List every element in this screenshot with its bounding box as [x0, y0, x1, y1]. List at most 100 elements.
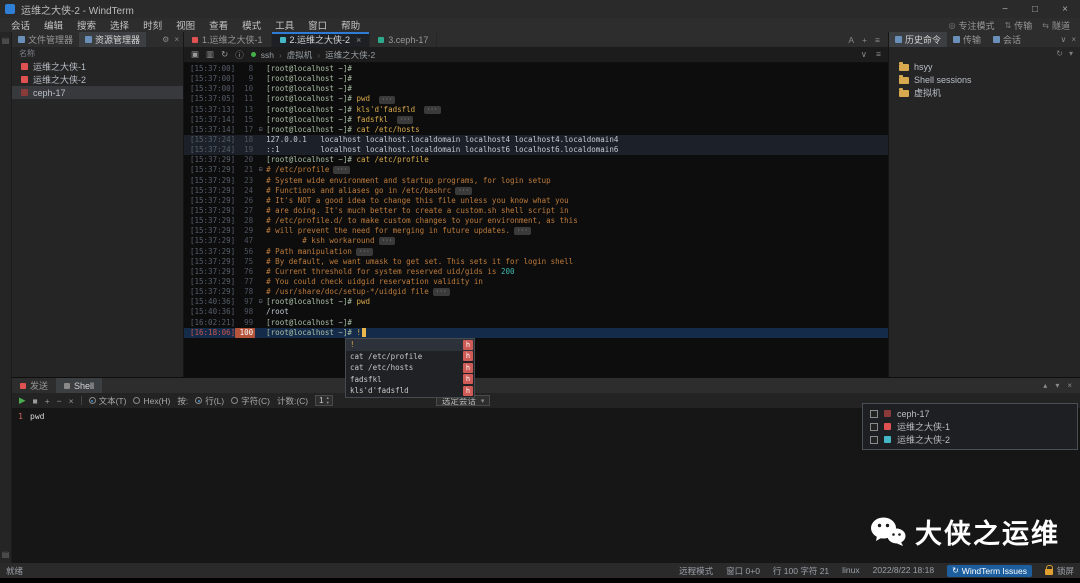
sidebar-toggle-icon[interactable]: ▤: [2, 36, 10, 45]
breadcrumb-segment[interactable]: 运维之大侠-2: [325, 49, 375, 61]
terminal-line[interactable]: [15:37:05] 11 [root@localhost ~]# pwd ···: [184, 94, 888, 104]
chevron-down-icon[interactable]: ∨: [1060, 35, 1066, 44]
tree-item[interactable]: 虚拟机: [889, 86, 1080, 99]
terminal-line[interactable]: [15:37:14] 17 ⊟ [root@localhost ~]# cat /et…: [184, 125, 888, 135]
fold-ellipsis-badge[interactable]: ···: [514, 227, 531, 236]
breadcrumb-segment[interactable]: 虚拟机: [287, 49, 313, 61]
stepper-arrows-icon[interactable]: ▴ ▾: [327, 395, 329, 405]
menubar-tool[interactable]: ⇆ 隧道: [1042, 19, 1070, 32]
history-tab[interactable]: 会话: [987, 32, 1027, 47]
stop-icon[interactable]: ■: [33, 396, 38, 406]
status-item[interactable]: 行 100 字符 21: [773, 565, 829, 577]
history-tab[interactable]: 历史命令: [889, 32, 948, 47]
explorer-tab[interactable]: 资源管理器: [79, 32, 147, 47]
autocomplete-item[interactable]: kls'd'fadsfld h: [346, 385, 474, 397]
radio-icon[interactable]: [133, 397, 141, 404]
fold-ellipsis-badge[interactable]: ···: [378, 95, 396, 104]
autocomplete-item[interactable]: ! h: [346, 339, 474, 351]
terminal-line[interactable]: [15:37:29] 76 # Current threshold for syst…: [184, 267, 888, 277]
terminal-line[interactable]: [15:37:24] 19::1 localhost localhost.loca…: [184, 145, 888, 156]
session-list-item[interactable]: ceph-17: [12, 86, 183, 99]
autocomplete-item[interactable]: cat /etc/hosts h: [346, 362, 474, 374]
menu-item[interactable]: 时刻: [136, 18, 169, 32]
add-icon[interactable]: +: [45, 396, 50, 406]
new-tab-icon[interactable]: +: [862, 35, 867, 45]
fold-marker-icon[interactable]: ⊟: [255, 297, 266, 307]
char-mode-option[interactable]: 字符(C): [231, 395, 270, 407]
hamburger-menu-icon[interactable]: ≡: [876, 49, 881, 60]
close-button[interactable]: ×: [1050, 0, 1080, 18]
close-panel-icon[interactable]: ×: [1071, 35, 1076, 44]
refresh-icon[interactable]: ↻: [1056, 49, 1063, 58]
filter-icon[interactable]: ▾: [1069, 49, 1073, 58]
terminal-line[interactable]: [15:37:29] 75 # By default, we want umask …: [184, 257, 888, 267]
terminal-line[interactable]: [15:37:29] 21 ⊟ # /etc/profile ···: [184, 165, 888, 175]
explorer-tab[interactable]: 文件管理器: [12, 32, 79, 47]
checkbox[interactable]: [870, 422, 878, 431]
terminal-line[interactable]: [15:37:29] 56 # Path manipulation ···: [184, 247, 888, 257]
collapse-up-icon[interactable]: ▴: [1043, 381, 1047, 390]
breadcrumb-segment[interactable]: ssh: [261, 50, 274, 60]
encoding-button[interactable]: A: [848, 35, 854, 45]
terminal-line[interactable]: [15:37:00] 10 [root@localhost ~]#: [184, 84, 888, 94]
session-checkbox-item[interactable]: 运维之大侠-2: [863, 433, 1077, 446]
count-stepper[interactable]: 1 ▴ ▾: [315, 395, 333, 406]
session-checkbox-item[interactable]: 运维之大侠-1: [863, 420, 1077, 433]
run-icon[interactable]: ▶: [19, 395, 26, 406]
chevron-down-icon[interactable]: ∨: [861, 49, 867, 60]
reload-icon[interactable]: ↻: [221, 49, 228, 60]
fold-ellipsis-badge[interactable]: ···: [423, 105, 441, 114]
status-item[interactable]: 窗口 0+0: [726, 565, 760, 577]
menu-item[interactable]: 帮助: [334, 18, 367, 32]
close-tab-icon[interactable]: ×: [356, 35, 361, 45]
terminal-line[interactable]: [16:02:21] 99 [root@localhost ~]#: [184, 318, 888, 328]
menu-item[interactable]: 会话: [4, 18, 37, 32]
checkbox[interactable]: [870, 435, 878, 444]
fold-ellipsis-badge[interactable]: ···: [396, 115, 414, 124]
menu-item[interactable]: 窗口: [301, 18, 334, 32]
fold-ellipsis-badge[interactable]: ···: [455, 186, 473, 195]
terminal-line[interactable]: [15:37:29] 20 [root@localhost ~]# cat /etc…: [184, 155, 888, 165]
clear-icon[interactable]: ×: [69, 396, 74, 406]
session-list-item[interactable]: 运维之大侠-2: [12, 73, 183, 86]
line-mode-option[interactable]: 行(L): [195, 395, 224, 407]
terminal-line[interactable]: [15:37:29] 78 # /usr/share/doc/setup-*/uid…: [184, 287, 888, 297]
lock-screen-button[interactable]: 锁屏: [1044, 565, 1074, 577]
terminal-line[interactable]: [16:18:06] 100 [root@localhost ~]# !: [184, 327, 888, 338]
terminal-line[interactable]: [15:37:00] 8 [root@localhost ~]#: [184, 64, 888, 74]
terminal-line[interactable]: [15:37:29] 47 # ksh workaround ···: [184, 236, 888, 246]
autocomplete-item[interactable]: fadsfkl h: [346, 374, 474, 386]
terminal-tab[interactable]: 1.运维之大侠-1: [184, 32, 272, 47]
terminal-line[interactable]: [15:37:00] 9 [root@localhost ~]#: [184, 74, 888, 84]
fold-ellipsis-badge[interactable]: ···: [333, 166, 351, 175]
send-tab[interactable]: Shell: [56, 378, 103, 393]
session-list-item[interactable]: 运维之大侠-1: [12, 60, 183, 73]
gear-icon[interactable]: ⚙: [162, 35, 169, 44]
minimize-button[interactable]: −: [990, 0, 1020, 18]
menu-item[interactable]: 视图: [169, 18, 202, 32]
tree-item[interactable]: Shell sessions: [889, 73, 1080, 86]
menu-item[interactable]: 工具: [268, 18, 301, 32]
menubar-tool[interactable]: ◎ 专注模式: [949, 19, 995, 32]
terminal-line[interactable]: [15:40:36] 97 ⊟ [root@localhost ~]# pwd: [184, 297, 888, 307]
maximize-button[interactable]: □: [1020, 0, 1050, 18]
send-tab[interactable]: 发送: [12, 378, 56, 393]
menu-item[interactable]: 查看: [202, 18, 235, 32]
status-item[interactable]: linux: [842, 565, 859, 577]
checkbox[interactable]: [870, 409, 878, 418]
fold-ellipsis-badge[interactable]: ···: [432, 288, 450, 297]
split-icon[interactable]: ▥: [206, 49, 214, 60]
terminal-line[interactable]: [15:37:24] 18 127.0.0.1 localhost localhos…: [184, 134, 888, 146]
menubar-tool[interactable]: ⇅ 传输: [1005, 19, 1033, 32]
menu-item[interactable]: 选择: [103, 18, 136, 32]
terminal-line[interactable]: [15:37:29] 77 # You could check uidgid res…: [184, 277, 888, 287]
radio-icon[interactable]: [231, 397, 239, 404]
output-toggle-icon[interactable]: ▤: [2, 550, 10, 559]
terminal-line[interactable]: [15:37:29] 24 # Functions and aliases go i…: [184, 186, 888, 196]
terminal-line[interactable]: [15:37:29] 29 # will prevent the need for …: [184, 226, 888, 236]
menu-item[interactable]: 编辑: [37, 18, 70, 32]
menu-item[interactable]: 搜索: [70, 18, 103, 32]
duplicate-icon[interactable]: ▣: [191, 49, 199, 60]
fold-marker-icon[interactable]: ⊟: [255, 165, 266, 175]
history-tab[interactable]: 传输: [947, 32, 987, 47]
